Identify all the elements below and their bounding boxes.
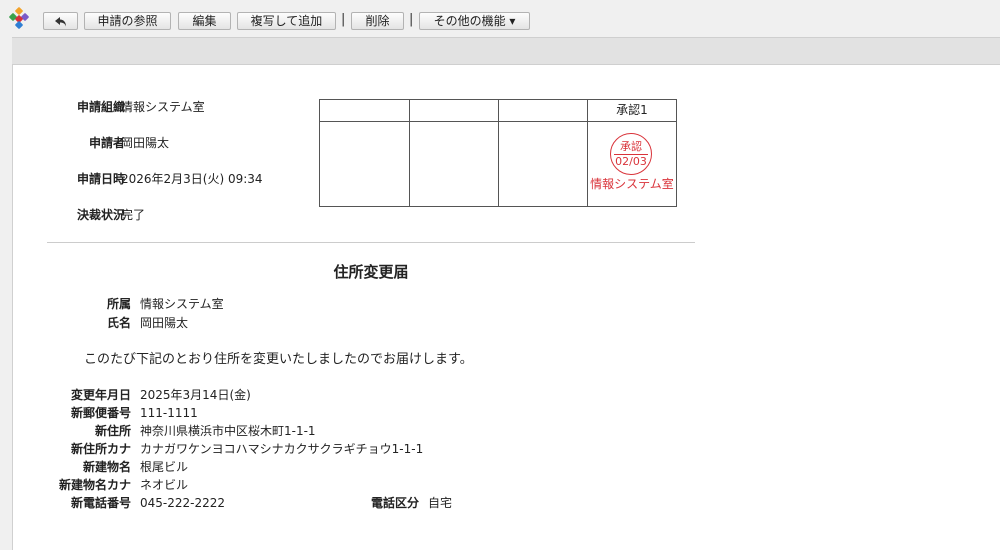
- other-functions-dropdown[interactable]: その他の機能 ▾: [419, 12, 530, 30]
- org-value: 情報システム室: [121, 100, 205, 114]
- toolbar-separator: |: [341, 12, 346, 27]
- address-kana-value: カナガワケンヨコハマシナカクサクラギチョウ1-1-1: [140, 442, 424, 456]
- address-kana-label: 新住所カナ: [70, 442, 131, 456]
- building-kana-value: ネオビル: [140, 478, 189, 492]
- approval-stamp: 承認 02/03: [610, 133, 652, 175]
- approval-column-header: [320, 100, 409, 122]
- toolbar: 申請の参照 編集 複写して追加 | 削除 | その他の機能 ▾: [0, 0, 1000, 37]
- date-value: 2026年2月3日(火) 09:34: [121, 172, 263, 186]
- delete-button[interactable]: 削除: [351, 12, 404, 30]
- stamp-label: 承認: [620, 140, 642, 153]
- form-title: 住所変更届: [333, 263, 409, 281]
- applicant-value: 岡田陽太: [121, 136, 170, 150]
- status-label: 決裁状況: [76, 208, 125, 222]
- stamp-date: 02/03: [615, 155, 647, 168]
- approval-column: [499, 100, 588, 206]
- phone-type-label: 電話区分: [370, 496, 419, 510]
- edit-button[interactable]: 編集: [178, 12, 231, 30]
- postal-code-value: 111-1111: [140, 406, 198, 420]
- phone-number-value: 045-222-2222: [140, 496, 226, 510]
- change-date-label: 変更年月日: [70, 388, 131, 402]
- building-name-label: 新建物名: [82, 460, 131, 474]
- notice-text: このたび下記のとおり住所を変更いたしましたのでお届けします。: [84, 352, 473, 367]
- status-value: 完了: [121, 208, 146, 222]
- phone-number-label: 新電話番号: [70, 496, 131, 510]
- approval-table: 承認1 承認 02/03 情報システム室: [319, 99, 677, 207]
- building-kana-label: 新建物名カナ: [58, 478, 131, 492]
- postal-code-label: 新郵便番号: [70, 406, 131, 420]
- name-label: 氏名: [106, 316, 131, 330]
- applicant-label: 申請者: [88, 136, 125, 150]
- approval-column-header: 承認1: [588, 100, 676, 122]
- approval-column-header: [410, 100, 498, 122]
- document-content: 申請組織 情報システム室 申請者 岡田陽太 申請日時 2026年2月3日(火) …: [12, 65, 1000, 550]
- stamp-organization: 情報システム室: [590, 177, 674, 191]
- approval-column: [320, 100, 410, 206]
- new-address-label: 新住所: [94, 424, 131, 438]
- name-value: 岡田陽太: [140, 316, 189, 330]
- back-arrow-icon: [54, 16, 66, 26]
- department-label: 所属: [106, 297, 131, 311]
- back-button[interactable]: [43, 12, 78, 30]
- section-divider: [47, 242, 695, 243]
- department-value: 情報システム室: [140, 297, 224, 311]
- approval-column-header: [499, 100, 587, 122]
- approval-column-1: 承認1 承認 02/03 情報システム室: [588, 100, 676, 206]
- building-name-value: 根尾ビル: [140, 460, 189, 474]
- org-label: 申請組織: [76, 100, 125, 114]
- date-label: 申請日時: [76, 172, 125, 186]
- view-application-button[interactable]: 申請の参照: [84, 12, 171, 30]
- copy-and-add-button[interactable]: 複写して追加: [237, 12, 336, 30]
- toolbar-separator: |: [409, 12, 414, 27]
- app-logo-icon[interactable]: [7, 7, 31, 31]
- sub-toolbar: [12, 37, 1000, 65]
- change-date-value: 2025年3月14日(金): [140, 388, 251, 402]
- phone-type-value: 自宅: [428, 496, 453, 510]
- new-address-value: 神奈川県横浜市中区桜木町1-1-1: [140, 424, 316, 438]
- approval-column: [410, 100, 499, 206]
